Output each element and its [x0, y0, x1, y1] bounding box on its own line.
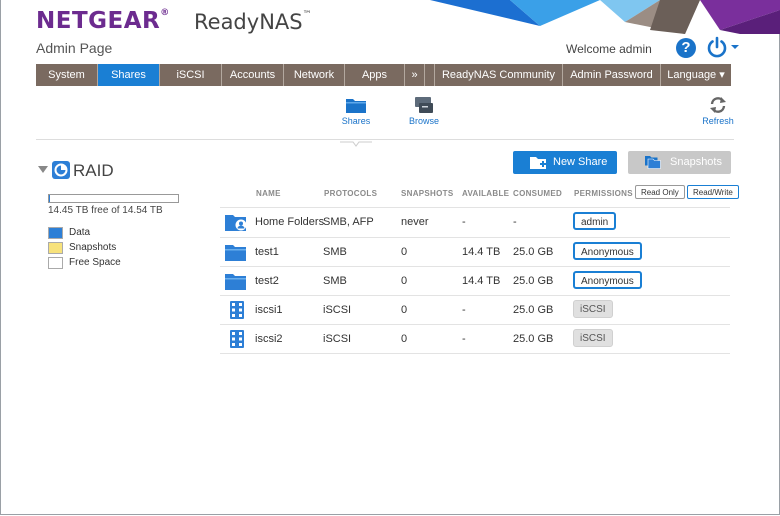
share-snapshots: 0	[401, 333, 408, 345]
nav-iscsi[interactable]: iSCSI	[160, 64, 222, 86]
nav-system[interactable]: System	[36, 64, 98, 86]
column-header-snapshots: SNAPSHOTS	[401, 189, 454, 198]
share-protocols: iSCSI	[323, 333, 352, 345]
share-consumed: 25.0 GB	[513, 333, 554, 345]
permission-badge[interactable]: admin	[573, 212, 617, 230]
legend-swatch	[48, 256, 63, 269]
table-row-divider	[220, 353, 730, 354]
permission-badge[interactable]: Anonymous	[573, 242, 642, 260]
subnav-shares[interactable]: Shares	[340, 96, 372, 126]
legend-item-free-space: Free Space	[48, 255, 121, 270]
table-row[interactable]: test2 SMB 0 14.4 TB 25.0 GB Anonymous	[220, 267, 730, 296]
section-divider	[36, 139, 734, 140]
nav-readynas-community[interactable]: ReadyNAS Community	[435, 64, 563, 86]
share-name: test1	[255, 246, 279, 258]
new-folder-icon	[530, 157, 546, 169]
share-available: 14.4 TB	[462, 246, 501, 258]
table-row[interactable]: iscsi2 iSCSI 0 - 25.0 GB iSCSI	[220, 325, 730, 354]
column-header-protocols: PROTOCOLS	[324, 189, 378, 198]
folder-icon	[225, 274, 246, 290]
legend-swatch	[48, 226, 63, 239]
capacity-legend: Data Snapshots Free Space	[48, 225, 121, 270]
column-header-name: NAME	[256, 189, 281, 198]
share-snapshots: 0	[401, 275, 408, 287]
share-available: -	[462, 216, 466, 228]
share-available: -	[462, 333, 466, 345]
share-name: Home Folders	[255, 216, 325, 228]
permission-badge[interactable]: Anonymous	[573, 271, 642, 289]
capacity-bar-fill	[49, 195, 50, 202]
home-folder-icon	[225, 215, 247, 231]
shares-folder-icon	[346, 99, 366, 113]
share-snapshots: 0	[401, 246, 408, 258]
refresh-icon	[710, 97, 726, 113]
table-row[interactable]: iscsi1 iSCSI 0 - 25.0 GB iSCSI	[220, 296, 730, 325]
nav-admin-password[interactable]: Admin Password	[563, 64, 661, 86]
share-consumed: -	[513, 216, 517, 228]
welcome-text: Welcome admin	[566, 42, 652, 56]
new-share-button[interactable]: New Share	[513, 151, 617, 174]
share-consumed: 25.0 GB	[513, 304, 554, 316]
column-header-permissions: PERMISSIONS	[574, 189, 633, 198]
snapshots-icon	[645, 156, 661, 169]
share-protocols: iSCSI	[323, 304, 352, 316]
folder-icon	[225, 245, 246, 261]
product-name: ReadyNAS™	[194, 10, 312, 34]
volume-name[interactable]: RAID	[73, 161, 114, 181]
column-header-consumed: CONSUMED	[513, 189, 563, 198]
volume-icon	[52, 161, 70, 179]
share-snapshots: never	[401, 216, 429, 228]
page-subtitle: Admin Page	[36, 40, 113, 56]
main-nav: System Shares iSCSI Accounts Network App…	[36, 64, 731, 86]
nav-more[interactable]: »	[405, 64, 425, 86]
permission-badge: iSCSI	[573, 329, 613, 347]
lun-icon	[230, 301, 244, 319]
browse-icon	[415, 97, 433, 113]
nav-spacer	[425, 64, 435, 86]
collapse-caret-icon[interactable]	[38, 166, 48, 173]
share-snapshots: 0	[401, 304, 408, 316]
share-protocols: SMB	[323, 246, 347, 258]
share-consumed: 25.0 GB	[513, 246, 554, 258]
legend-swatch	[48, 241, 63, 254]
table-row[interactable]: Home Folders SMB, AFP never - - admin	[220, 208, 730, 237]
share-name: iscsi2	[255, 333, 283, 345]
column-header-available: AVAILABLE	[462, 189, 510, 198]
header-banner-graphic	[400, 0, 780, 34]
capacity-bar	[48, 194, 179, 203]
nav-shares[interactable]: Shares	[98, 64, 160, 86]
power-icon[interactable]	[706, 36, 742, 65]
share-available: 14.4 TB	[462, 275, 501, 287]
subnav-active-indicator	[340, 134, 372, 147]
share-name: test2	[255, 275, 279, 287]
share-protocols: SMB	[323, 275, 347, 287]
filter-read-write-button[interactable]: Read/Write	[687, 185, 739, 199]
capacity-text: 14.45 TB free of 14.54 TB	[48, 205, 163, 216]
snapshots-button[interactable]: Snapshots	[628, 151, 731, 174]
share-name: iscsi1	[255, 304, 283, 316]
permission-badge: iSCSI	[573, 300, 613, 318]
help-icon[interactable]: ?	[676, 38, 696, 58]
share-consumed: 25.0 GB	[513, 275, 554, 287]
nav-accounts[interactable]: Accounts	[222, 64, 284, 86]
netgear-logo: NETGEAR®	[36, 8, 170, 34]
subnav-browse[interactable]: Browse	[408, 96, 440, 126]
share-protocols: SMB, AFP	[323, 216, 374, 228]
nav-apps[interactable]: Apps	[345, 64, 405, 86]
legend-item-snapshots: Snapshots	[48, 240, 121, 255]
lun-icon	[230, 330, 244, 348]
table-row[interactable]: test1 SMB 0 14.4 TB 25.0 GB Anonymous	[220, 238, 730, 267]
filter-read-only-button[interactable]: Read Only	[635, 185, 685, 199]
nav-language[interactable]: Language ▾	[661, 64, 731, 86]
subnav-refresh[interactable]: Refresh	[700, 96, 736, 126]
legend-item-data: Data	[48, 225, 121, 240]
share-available: -	[462, 304, 466, 316]
nav-network[interactable]: Network	[284, 64, 345, 86]
